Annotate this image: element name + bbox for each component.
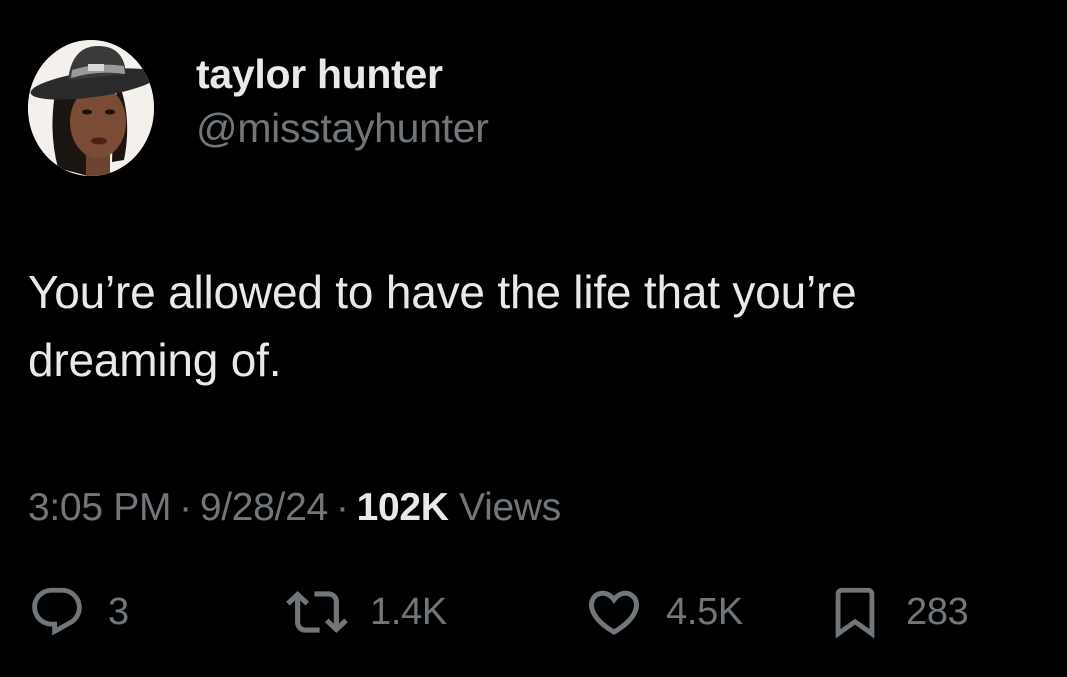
like-button[interactable]: 4.5K (584, 580, 743, 644)
user-names: taylor hunter @misstayhunter (196, 48, 489, 156)
heart-icon (584, 582, 644, 642)
tweet-text: You’re allowed to have the life that you… (28, 266, 857, 386)
tweet-actions: 3 1.4K 4.5K 283 (28, 580, 1038, 644)
separator-dot: · (335, 486, 349, 529)
reply-count: 3 (108, 590, 129, 633)
retweet-count: 1.4K (370, 590, 447, 633)
bookmark-icon (826, 583, 884, 641)
tweet-header: taylor hunter @misstayhunter (28, 40, 489, 176)
like-count: 4.5K (666, 590, 743, 633)
retweet-button[interactable]: 1.4K (286, 580, 447, 644)
display-name[interactable]: taylor hunter (196, 48, 489, 100)
avatar[interactable] (28, 40, 154, 176)
reply-icon (28, 583, 86, 641)
reply-button[interactable]: 3 (28, 580, 129, 644)
tweet-meta: 3:05 PM · 9/28/24 · 102K Views (28, 478, 561, 538)
tweet-time[interactable]: 3:05 PM (28, 486, 171, 529)
separator-dot: · (179, 486, 192, 529)
user-handle[interactable]: @misstayhunter (196, 100, 489, 156)
views-label: Views (459, 486, 561, 529)
bookmark-count: 283 (906, 590, 969, 633)
views-count: 102K (356, 486, 449, 529)
retweet-icon (286, 581, 348, 643)
bookmark-button[interactable]: 283 (826, 580, 969, 644)
tweet-date[interactable]: 9/28/24 (200, 486, 328, 529)
